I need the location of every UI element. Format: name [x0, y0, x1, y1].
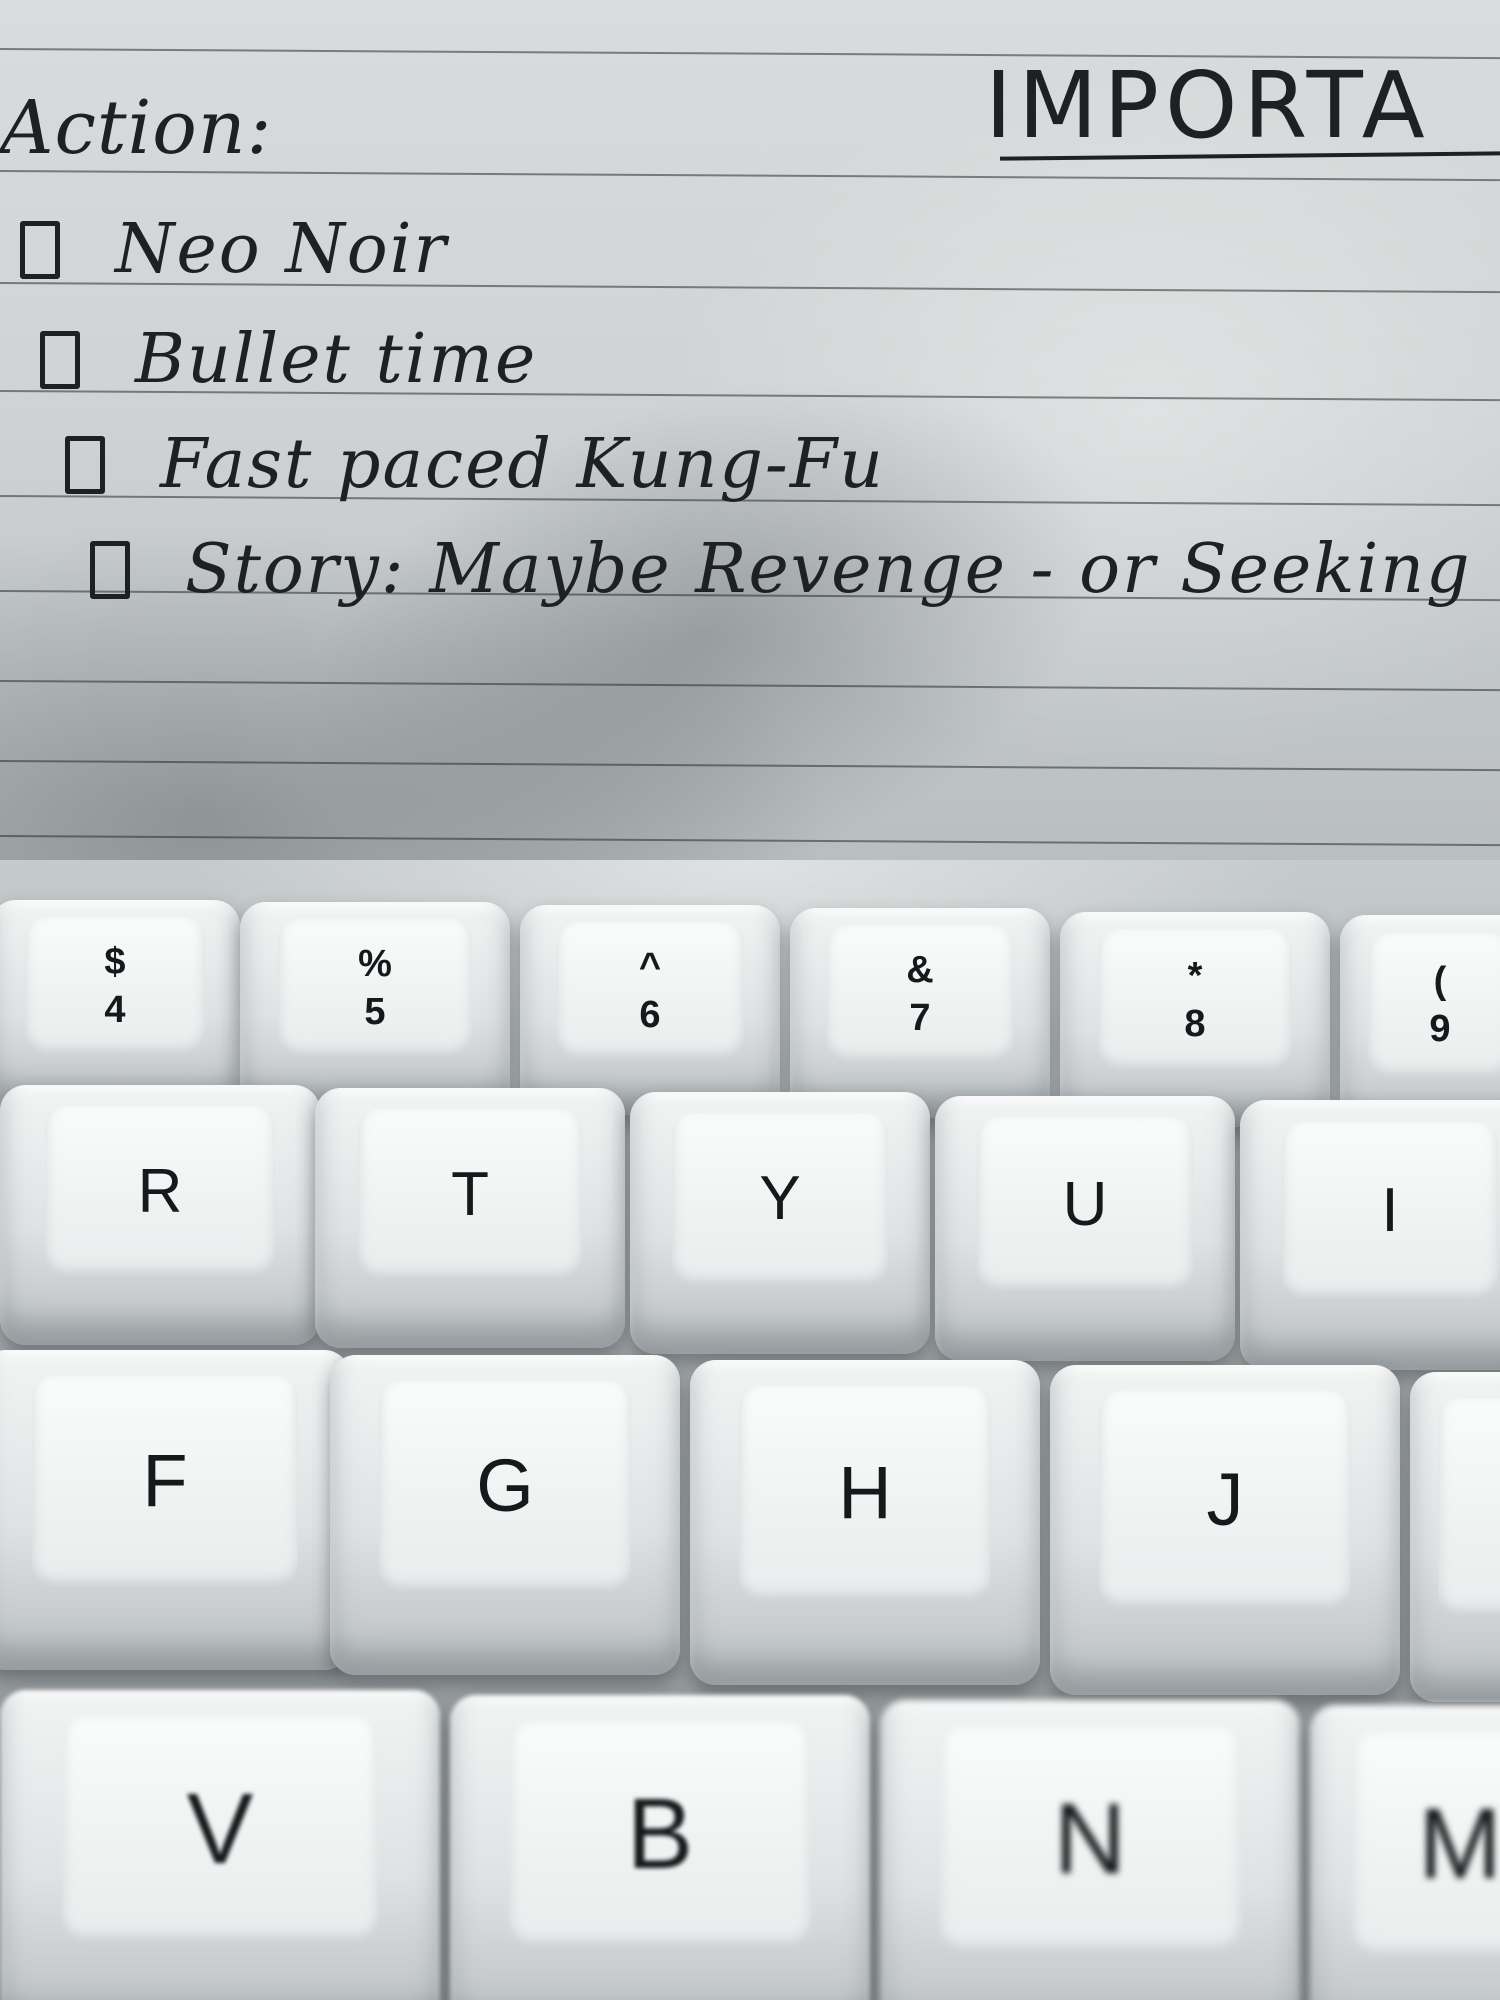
checklist-item-text: Neo Noir [115, 210, 448, 289]
key-legend: T [451, 1159, 489, 1229]
key-5: % 5 [240, 902, 510, 1112]
key-legend: Y [759, 1164, 801, 1234]
key-h: H [690, 1360, 1040, 1685]
key-6: ^ 6 [520, 905, 780, 1115]
keyboard: $ 4 % 5 ^ 6 & 7 * 8 (9 R T Y U I F G H … [0, 860, 1500, 2000]
key-legend: V [186, 1773, 254, 1886]
key-legend: H [838, 1451, 892, 1535]
key-legend: N [1053, 1783, 1127, 1896]
notebook-heading: Action: [0, 85, 273, 171]
important-heading: IMPORTA [985, 52, 1431, 159]
key-r: R [0, 1085, 320, 1345]
key-legend: 5 [364, 991, 386, 1034]
checkbox-icon [40, 330, 80, 389]
photo-scene: Action: IMPORTA Neo Noir Bullet time Fas… [0, 0, 1500, 2000]
key-legend: F [142, 1439, 188, 1523]
key-t: T [315, 1088, 625, 1348]
key-legend: G [476, 1444, 534, 1528]
key-8: * 8 [1060, 912, 1330, 1127]
notebook-rule [0, 170, 1500, 182]
key-legend-shift: ( [1433, 960, 1447, 1003]
key-legend: U [1062, 1169, 1108, 1239]
key-4: $ 4 [0, 900, 240, 1110]
key-legend-shift: % [358, 943, 392, 986]
key-legend: 4 [104, 989, 126, 1032]
key-f: F [0, 1350, 350, 1670]
key-legend-shift: ^ [638, 946, 662, 989]
checklist-item: Neo Noir [20, 210, 448, 289]
key-j: J [1050, 1365, 1400, 1695]
key-m: M [1310, 1705, 1500, 2000]
key-b: B [450, 1695, 870, 2000]
key-u: U [935, 1096, 1235, 1361]
key-k [1410, 1372, 1500, 1702]
key-legend-shift: $ [104, 941, 126, 984]
key-legend-shift: * [1187, 955, 1203, 998]
notebook-page: Action: IMPORTA Neo Noir Bullet time Fas… [0, 0, 1500, 900]
checklist-item: Story: Maybe Revenge - or Seeking [90, 530, 1472, 609]
checklist-item-text: Story: Maybe Revenge - or Seeking [185, 530, 1472, 609]
key-legend: 6 [639, 994, 661, 1037]
key-n: N [880, 1700, 1300, 2000]
key-legend: R [137, 1156, 183, 1226]
checklist-item-text: Fast paced Kung-Fu [160, 425, 885, 504]
key-legend: I [1381, 1175, 1399, 1245]
checklist-item: Bullet time [40, 320, 537, 399]
key-legend: 8 [1184, 1003, 1206, 1046]
checklist-item: Fast paced Kung-Fu [65, 425, 885, 504]
checkbox-icon [20, 220, 60, 279]
checkbox-icon [90, 540, 130, 599]
key-v: V [0, 1690, 440, 2000]
key-legend: 9 [1429, 1008, 1451, 1051]
key-legend-shift: & [906, 949, 934, 992]
key-g: G [330, 1355, 680, 1675]
key-y: Y [630, 1092, 930, 1354]
key-legend: B [626, 1778, 694, 1891]
key-i: I [1240, 1100, 1500, 1370]
key-legend: 7 [909, 997, 931, 1040]
key-legend: J [1206, 1458, 1244, 1542]
checkbox-icon [65, 435, 105, 494]
key-7: & 7 [790, 908, 1050, 1118]
checklist-item-text: Bullet time [135, 320, 538, 399]
key-legend: M [1418, 1788, 1500, 1901]
